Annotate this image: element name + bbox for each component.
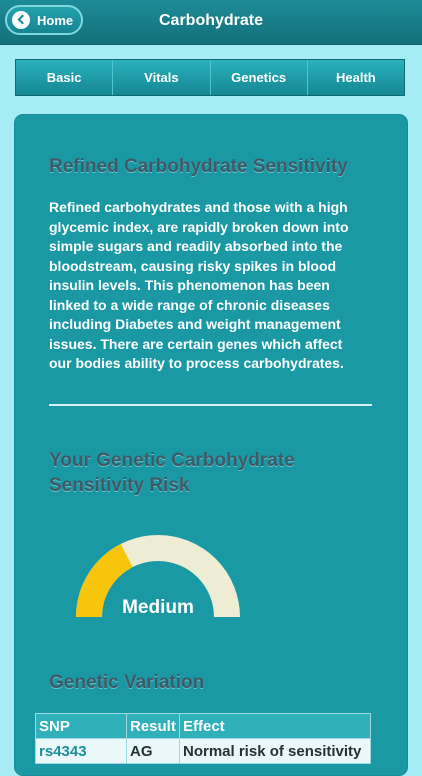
column-header-effect: Effect (179, 713, 371, 739)
table-row: rs4343 AG Normal risk of sensitivity (35, 738, 371, 764)
risk-level-label: Medium (122, 597, 194, 618)
tab-genetics[interactable]: Genetics (211, 60, 308, 95)
tab-vitals[interactable]: Vitals (113, 60, 211, 95)
column-header-snp: SNP (35, 713, 127, 739)
variation-table: SNP Result Effect rs4343 AG Normal risk … (35, 713, 371, 764)
effect-cell: Normal risk of sensitivity (179, 738, 371, 764)
divider (49, 404, 372, 406)
header-bar: Home Carbohydrate (0, 0, 422, 45)
section-title-sensitivity: Refined Carbohydrate Sensitivity (49, 156, 348, 177)
section-title-risk: Your Genetic Carbohydrate Sensitivity Ri… (49, 450, 295, 496)
column-header-result: Result (126, 713, 180, 739)
page-title: Carbohydrate (158, 12, 264, 29)
tab-health[interactable]: Health (308, 60, 404, 95)
tab-bar: Basic Vitals Genetics Health (15, 59, 405, 96)
snp-link[interactable]: rs4343 (35, 738, 127, 764)
result-cell: AG (126, 738, 180, 764)
tab-basic[interactable]: Basic (16, 60, 114, 95)
section-title-variation: Genetic Variation (49, 672, 205, 693)
table-header-row: SNP Result Effect (35, 713, 371, 739)
description-text: Refined carbohydrates and those with a h… (49, 199, 349, 371)
